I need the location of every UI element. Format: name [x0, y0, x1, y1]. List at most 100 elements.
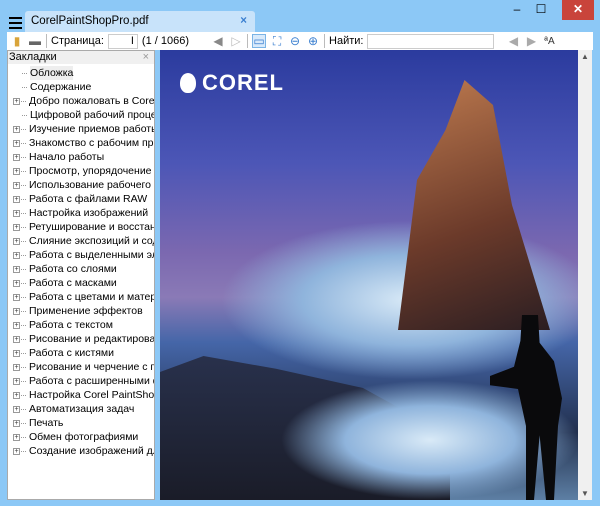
- expand-icon[interactable]: +: [13, 377, 20, 385]
- bookmark-label: Работа с файлами RAW: [29, 193, 148, 205]
- forward-icon[interactable]: ▷: [229, 34, 243, 48]
- bookmark-item[interactable]: + Рисование и редактирование: [8, 332, 154, 346]
- expand-icon[interactable]: +: [13, 391, 20, 399]
- close-sidebar-icon[interactable]: ×: [143, 51, 149, 63]
- bookmark-item[interactable]: + Работа с файлами RAW: [8, 192, 154, 206]
- bookmark-item[interactable]: + Работа с масками: [8, 276, 154, 290]
- print-icon[interactable]: ▬: [28, 34, 42, 48]
- expand-icon[interactable]: +: [13, 321, 20, 329]
- expand-icon[interactable]: +: [13, 237, 20, 245]
- bookmark-item[interactable]: + Работа с выделенными элементами: [8, 248, 154, 262]
- bookmark-item[interactable]: + Работа со слоями: [8, 262, 154, 276]
- expand-icon[interactable]: +: [13, 293, 20, 301]
- bookmark-label: Работа с масками: [29, 277, 117, 289]
- bookmark-label: Настройка изображений: [29, 207, 149, 219]
- expand-icon[interactable]: +: [13, 363, 20, 371]
- tree-line: [21, 142, 26, 144]
- zoom-out-icon[interactable]: ⊖: [288, 34, 302, 48]
- expand-icon[interactable]: +: [13, 307, 20, 315]
- tree-line: [21, 100, 26, 102]
- match-case-icon[interactable]: ªA: [542, 34, 556, 48]
- tree-line: [21, 310, 26, 312]
- bookmark-item[interactable]: Цифровой рабочий процесс: [8, 108, 154, 122]
- expand-icon[interactable]: +: [13, 265, 20, 273]
- expand-icon[interactable]: +: [13, 125, 20, 133]
- expand-icon[interactable]: +: [13, 139, 20, 147]
- bookmark-item[interactable]: + Работа с кистями: [8, 346, 154, 360]
- expand-icon[interactable]: +: [13, 223, 20, 231]
- expand-icon[interactable]: +: [13, 335, 20, 343]
- bookmark-item[interactable]: + Начало работы: [8, 150, 154, 164]
- bookmark-item[interactable]: + Настройка Corel PaintShop Pro: [8, 388, 154, 402]
- close-button[interactable]: ✕: [562, 0, 594, 20]
- expand-icon[interactable]: +: [13, 209, 20, 217]
- bookmark-label: Начало работы: [29, 151, 105, 163]
- find-previous-icon[interactable]: ◀: [506, 34, 520, 48]
- zoom-in-icon[interactable]: ⊕: [306, 34, 320, 48]
- vertical-scrollbar[interactable]: ▲ ▼: [578, 50, 592, 500]
- maximize-button[interactable]: ☐: [529, 0, 553, 20]
- fit-page-icon[interactable]: ▭: [252, 34, 267, 48]
- bookmark-label: Просмотр, упорядочение и поиск фотографи…: [29, 165, 154, 177]
- bookmark-item[interactable]: + Использование рабочего пространства: [8, 178, 154, 192]
- bookmark-item[interactable]: + Работа с текстом: [8, 318, 154, 332]
- bookmark-item[interactable]: + Изучение приемов работы в Corel PaintSh…: [8, 122, 154, 136]
- expand-icon[interactable]: +: [13, 447, 20, 455]
- balloon-icon: [180, 73, 196, 93]
- scroll-down-icon[interactable]: ▼: [581, 489, 589, 498]
- expand-icon[interactable]: +: [13, 251, 20, 259]
- page-label: Страница:: [51, 35, 104, 47]
- tree-line: [21, 254, 26, 256]
- bookmark-label: Создание изображений для Интернета: [29, 445, 154, 457]
- back-icon[interactable]: ◀: [211, 34, 225, 48]
- bookmark-item[interactable]: + Обмен фотографиями: [8, 430, 154, 444]
- bookmark-item[interactable]: + Печать: [8, 416, 154, 430]
- expand-icon[interactable]: +: [13, 433, 20, 441]
- expand-icon[interactable]: +: [13, 153, 20, 161]
- bookmark-item[interactable]: + Автоматизация задач: [8, 402, 154, 416]
- tree-line: [21, 128, 26, 130]
- document-tab[interactable]: CorelPaintShopPro.pdf ×: [25, 11, 255, 32]
- tree-line: [21, 366, 26, 368]
- expand-icon[interactable]: +: [13, 279, 20, 287]
- bookmark-item[interactable]: + Создание изображений для Интернета: [8, 444, 154, 458]
- bookmark-item[interactable]: + Работа с расширенными функциями: [8, 374, 154, 388]
- tree-line: [21, 268, 26, 270]
- expand-icon[interactable]: +: [13, 419, 20, 427]
- tree-line: [21, 282, 26, 284]
- corel-logo: COREL: [180, 70, 284, 96]
- bookmark-item[interactable]: + Слияние экспозиций и содержимого: [8, 234, 154, 248]
- bookmark-item[interactable]: + Добро пожаловать в Corel PaintShop Pro: [8, 94, 154, 108]
- bookmark-item[interactable]: + Просмотр, упорядочение и поиск фотограф…: [8, 164, 154, 178]
- bookmark-item[interactable]: Обложка: [8, 66, 154, 80]
- expand-icon[interactable]: +: [13, 167, 20, 175]
- bookmark-item[interactable]: + Применение эффектов: [8, 304, 154, 318]
- expand-icon[interactable]: +: [13, 349, 20, 357]
- bookmark-label: Содержание: [30, 81, 92, 93]
- bookmark-item[interactable]: + Рисование и черчение с помощью: [8, 360, 154, 374]
- expand-icon[interactable]: +: [13, 97, 20, 105]
- bookmark-item[interactable]: + Ретуширование и восстановление изображе…: [8, 220, 154, 234]
- bookmark-label: Рисование и редактирование: [29, 333, 154, 345]
- expand-icon[interactable]: +: [13, 405, 20, 413]
- bookmark-label: Рисование и черчение с помощью: [29, 361, 154, 373]
- find-input[interactable]: [367, 33, 495, 49]
- bookmark-item[interactable]: Содержание: [8, 80, 154, 94]
- bookmark-label: Работа с текстом: [29, 319, 113, 331]
- tab-close-icon[interactable]: ×: [240, 15, 247, 27]
- bookmark-item[interactable]: + Работа с цветами и материалами: [8, 290, 154, 304]
- find-next-icon[interactable]: ▶: [524, 34, 538, 48]
- page-input[interactable]: [107, 33, 138, 49]
- open-file-icon[interactable]: ▮: [10, 34, 24, 48]
- tree-line: [21, 198, 26, 200]
- fit-width-icon[interactable]: ⛶: [270, 34, 284, 48]
- expand-icon[interactable]: +: [13, 195, 20, 203]
- expand-icon[interactable]: +: [13, 181, 20, 189]
- scroll-up-icon[interactable]: ▲: [581, 52, 589, 61]
- tree-line: [22, 114, 27, 116]
- bookmark-item[interactable]: + Знакомство с рабочим пространством: [8, 136, 154, 150]
- menu-icon[interactable]: [9, 17, 22, 29]
- bookmark-item[interactable]: + Настройка изображений: [8, 206, 154, 220]
- minimize-button[interactable]: –: [505, 0, 529, 20]
- tree-line: [21, 296, 26, 298]
